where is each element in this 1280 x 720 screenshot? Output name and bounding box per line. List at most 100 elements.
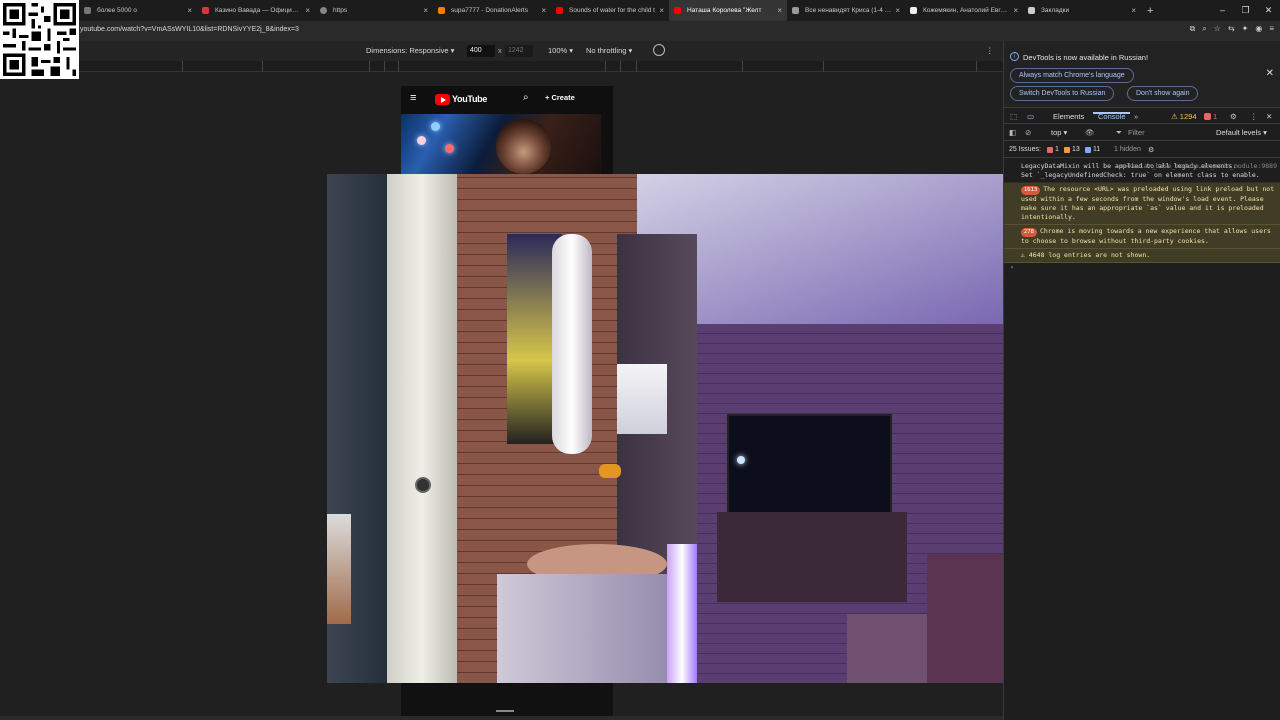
close-tab-icon[interactable]: × [895,6,900,15]
minimize-button[interactable]: – [1211,0,1234,21]
close-tab-icon[interactable]: × [1131,6,1136,15]
tab-favicon [1028,7,1035,14]
browser-tab-active[interactable]: Наташа Королева "Желт × [669,0,787,21]
device-width-input[interactable]: 400 [467,45,495,57]
browser-tab[interactable]: Кожемякин, Анатолий Евгень × [905,0,1023,21]
devtools-tabs: ⬚ ▭ Elements Console » ⚠ 1294 1 ⚙ ⋮ ✕ [1004,108,1280,124]
close-devtools-icon[interactable]: ✕ [1266,112,1272,121]
tab-title: Казино Вавада — Официальн [215,7,302,14]
browser-tab[interactable]: Закладки × [1023,0,1141,21]
qr-code [0,0,79,79]
log-entry: LegacyDataMixin will be applied to all l… [1004,160,1280,183]
always-match-language-button[interactable]: Always match Chrome's language [1010,68,1134,83]
profile-icon[interactable]: ◉ [1255,24,1262,34]
issues-warnings[interactable]: 13 [1072,146,1080,153]
video-player[interactable] [401,114,601,174]
dimensions-times: x [498,46,502,55]
dimensions-select[interactable]: Dimensions: Responsive ▾ [366,46,454,55]
log-text: The resource <URL> was preloaded using l… [1021,185,1279,221]
search-icon[interactable]: ⌕ [523,92,529,103]
repeat-count-badge: 1613 [1021,186,1041,195]
close-tab-icon[interactable]: × [423,6,428,15]
address-bar-actions: ⧉ ⌕ ☆ ⇆ ✦ ◉ ≡ [1190,24,1274,34]
tab-favicon [84,7,91,14]
browser-tab[interactable]: supa7777 - DonationAlerts × [433,0,551,21]
video-frame-person [496,119,551,174]
media-query-ruler [0,61,1003,72]
switch-to-russian-button[interactable]: Switch DevTools to Russian [1010,86,1115,101]
browser-tab[interactable]: Казино Вавада — Официальн × [197,0,315,21]
tab-elements[interactable]: Elements [1053,112,1084,121]
close-tab-icon[interactable]: × [777,6,782,15]
close-tab-icon[interactable]: × [1013,6,1018,15]
settings-gear-icon[interactable]: ⚙ [1230,112,1237,121]
device-toolbar-more-icon[interactable]: ⋮ [986,46,994,55]
more-tabs-icon[interactable]: » [1134,112,1138,121]
clear-console-icon[interactable]: ⊘ [1025,128,1031,137]
error-count[interactable]: 1 [1213,112,1217,121]
issues-label[interactable]: 25 Issues: [1009,146,1041,153]
warning-count[interactable]: ⚠ 1294 [1171,112,1197,121]
browser-tab[interactable]: Sounds of water for the child t × [551,0,669,21]
inspect-element-icon[interactable]: ⬚ [1010,112,1017,121]
throttling-select[interactable]: No throttling ▾ [586,46,632,55]
issues-errors[interactable]: 1 [1055,146,1059,153]
close-tab-icon[interactable]: × [541,6,546,15]
tab-strip: более 5000 о × Казино Вавада — Официальн ×… [0,0,1280,21]
tab-favicon [792,7,799,14]
mobile-bottom-area [401,684,613,720]
tab-title: Закладки [1041,7,1070,14]
issue-warning-icon [1064,147,1070,153]
url-field[interactable]: youtube.com/watch?v=VmASsWYIL10&list=RDN… [80,26,299,33]
tab-favicon [320,7,327,14]
console-prompt[interactable]: › [1004,263,1280,272]
open-in-app-icon[interactable]: ⧉ [1190,24,1196,34]
maximize-button[interactable]: ❐ [1234,0,1257,21]
rotate-icon[interactable] [653,44,665,56]
devtools-menu-icon[interactable]: ⋮ [1250,112,1258,121]
hamburger-menu-icon[interactable]: ≡ [410,92,416,104]
bookmark-star-icon[interactable]: ☆ [1214,24,1221,34]
tab-title: Кожемякин, Анатолий Евгень [923,7,1010,14]
new-tab-button[interactable]: + [1147,5,1153,17]
log-warning: 1613 The resource <URL> was preloaded usi… [1004,183,1280,225]
close-window-button[interactable]: ✕ [1257,0,1280,21]
issues-settings-icon[interactable]: ⚙ [1148,146,1154,154]
browser-tab[interactable]: более 5000 о × [79,0,197,21]
close-notice-icon[interactable]: ✕ [1266,68,1274,79]
live-expression-eye-icon[interactable]: 👁 [1085,128,1095,137]
context-select[interactable]: top ▾ [1051,128,1067,137]
hidden-issues[interactable]: 1 hidden [1114,146,1141,153]
zoom-icon[interactable]: ⌕ [1202,24,1206,34]
zoom-select[interactable]: 100% ▾ [548,46,573,55]
log-source-link[interactable]: m=kevlar_base_module…ar_main_module:9889 [1120,162,1277,171]
tab-favicon [438,7,445,14]
translate-icon[interactable]: ⇆ [1228,24,1235,34]
info-icon: i [1010,52,1019,61]
close-tab-icon[interactable]: × [305,6,310,15]
close-tab-icon[interactable]: × [187,6,192,15]
dont-show-again-button[interactable]: Don't show again [1127,86,1199,101]
filter-input[interactable]: Filter [1128,128,1145,137]
drag-handle[interactable] [496,710,514,712]
device-toggle-icon[interactable]: ▭ [1027,112,1034,121]
filter-icon: ⏷ [1116,128,1122,137]
sidebar-toggle-icon[interactable]: ◧ [1009,128,1016,137]
horizontal-scrollbar[interactable] [0,716,1003,720]
issues-info[interactable]: 11 [1093,146,1100,153]
extensions-icon[interactable]: ✦ [1242,24,1249,34]
menu-icon[interactable]: ≡ [1269,24,1274,34]
repeat-count-badge: 278 [1021,228,1037,237]
youtube-wordmark[interactable]: YouTube [452,94,487,104]
console-toolbar: ◧ ⊘ top ▾ 👁 ⏷ Filter Default levels ▾ [1004,125,1280,141]
log-levels-select[interactable]: Default levels ▾ [1216,128,1267,137]
log-warning: 278 Chrome is moving towards a new experi… [1004,225,1280,249]
browser-tab[interactable]: Все ненавидят Криса (1-4 сез × [787,0,905,21]
device-height-input[interactable]: 1242 [505,45,533,57]
close-tab-icon[interactable]: × [659,6,664,15]
create-button[interactable]: + Create [545,93,575,102]
active-tab-indicator [1093,112,1130,114]
youtube-header: ≡ YouTube ⌕ + Create [401,86,613,113]
devtools-panel: i DevTools is now available in Russian! … [1003,41,1280,720]
browser-tab[interactable]: https × [315,0,433,21]
